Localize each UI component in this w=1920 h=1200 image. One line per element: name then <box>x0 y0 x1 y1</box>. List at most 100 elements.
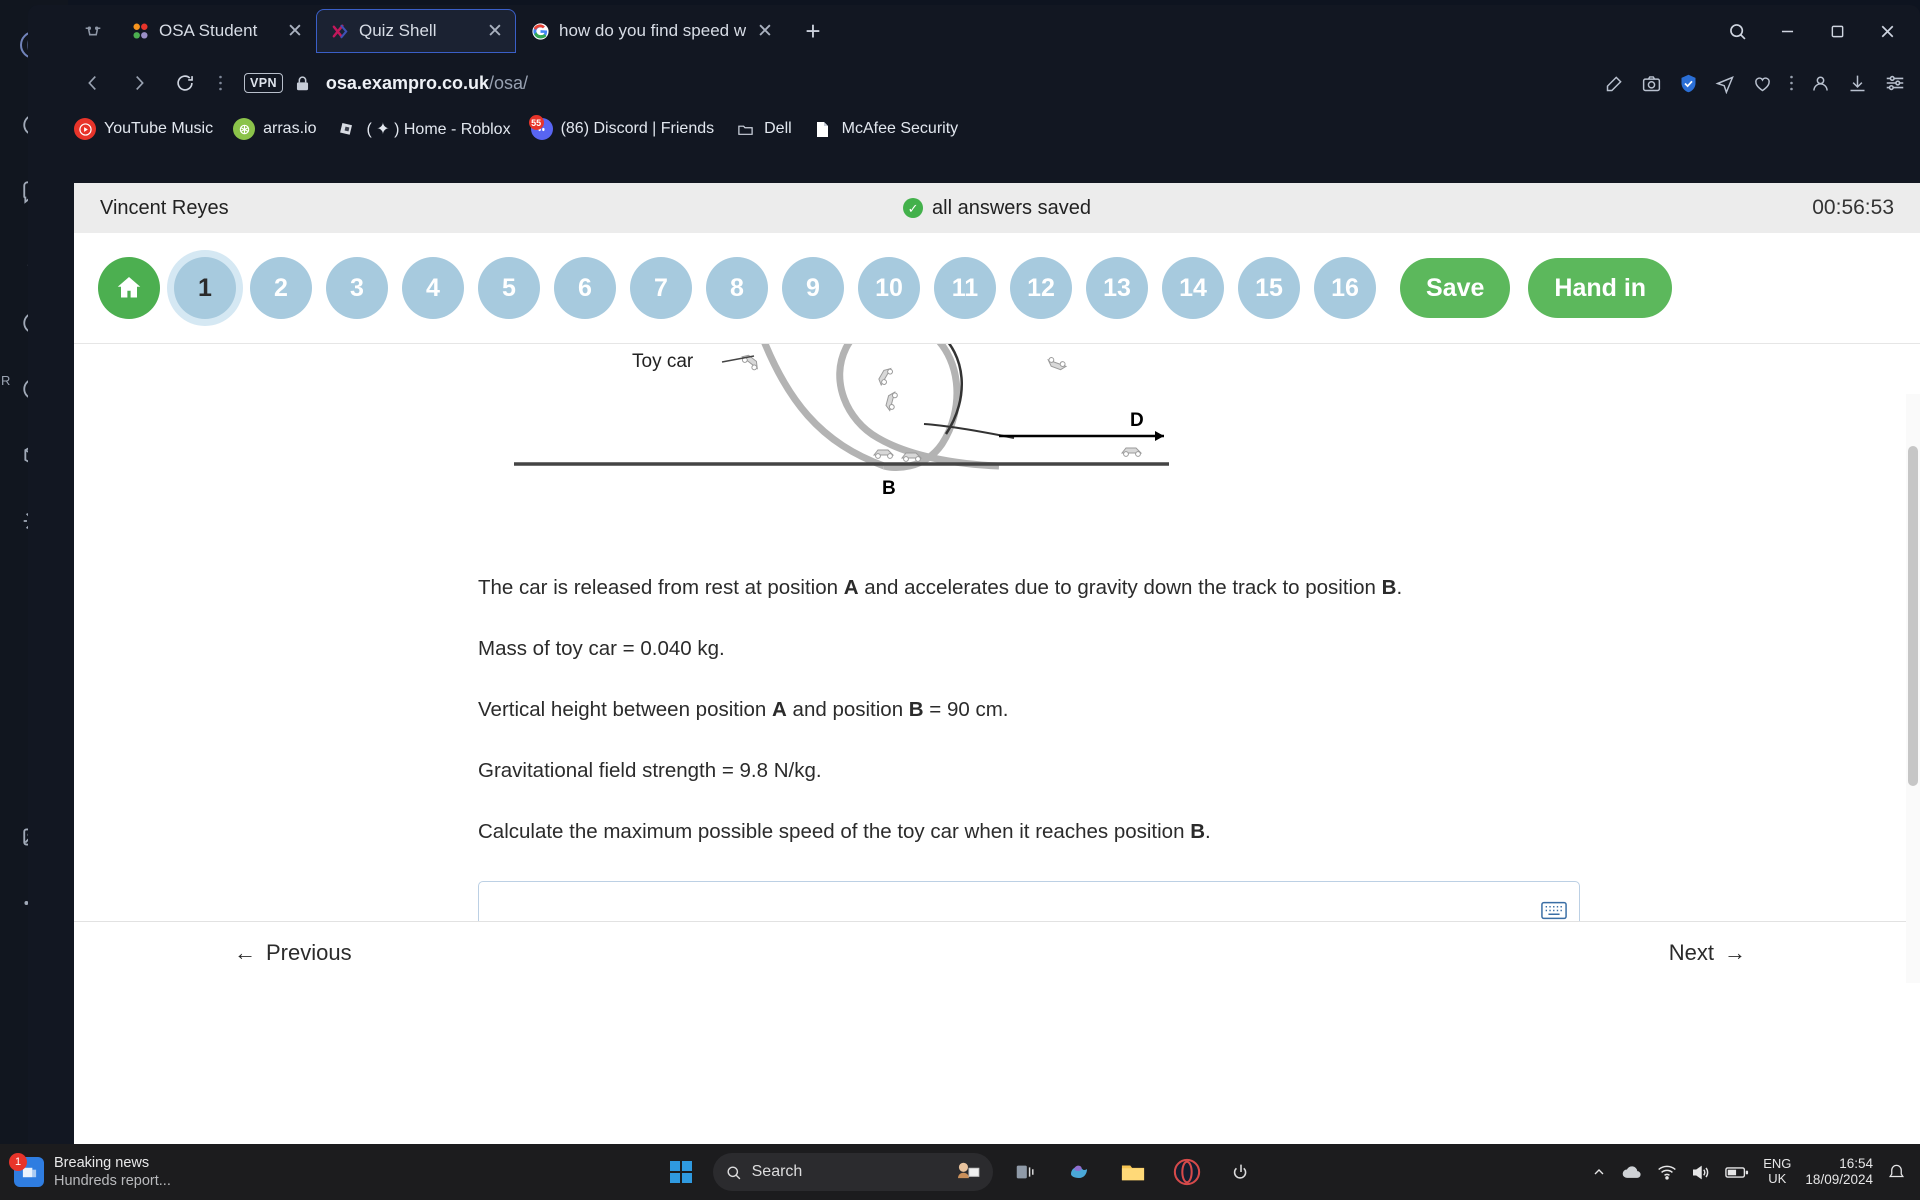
question-button-11[interactable]: 11 <box>934 257 996 319</box>
hand-in-button[interactable]: Hand in <box>1528 258 1673 318</box>
arrow-left-icon: ← <box>234 939 256 965</box>
youtube-music-icon <box>74 118 96 140</box>
bookmark-discord[interactable]: 55 (86) Discord | Friends <box>528 115 715 140</box>
folder-icon <box>734 118 756 140</box>
question-button-10[interactable]: 10 <box>858 257 920 319</box>
wifi-icon[interactable] <box>1657 1164 1677 1180</box>
reload-button[interactable] <box>166 64 204 102</box>
question-button-5[interactable]: 5 <box>478 257 540 319</box>
url-text[interactable]: osa.exampro.co.uk/osa/ <box>326 73 528 94</box>
clock[interactable]: 16:54 18/09/2024 <box>1805 1156 1873 1188</box>
save-button[interactable]: Save <box>1400 258 1511 318</box>
question-button-9[interactable]: 9 <box>782 257 844 319</box>
news-icon: 1 <box>9 1153 44 1187</box>
question-button-8[interactable]: 8 <box>706 257 768 319</box>
tab-strip: OSA Student ✕ Quiz Shell ✕ how do you fi… <box>28 5 1920 57</box>
question-button-12[interactable]: 12 <box>1010 257 1072 319</box>
question-button-15[interactable]: 15 <box>1238 257 1300 319</box>
chevron-up-icon[interactable] <box>1591 1164 1607 1180</box>
bookmark-arras-io[interactable]: arras.io <box>233 118 316 140</box>
bookmark-label: McAfee Security <box>841 120 959 137</box>
bookmark-label: YouTube Music <box>104 120 214 137</box>
question-button-6[interactable]: 6 <box>554 257 616 319</box>
tab-island-icon[interactable] <box>76 14 110 48</box>
close-icon[interactable]: ✕ <box>282 18 308 44</box>
svg-text:D: D <box>1130 410 1144 431</box>
back-button[interactable] <box>74 64 112 102</box>
question-button-4[interactable]: 4 <box>402 257 464 319</box>
clock-time: 16:54 <box>1839 1155 1873 1171</box>
lock-icon[interactable] <box>293 74 312 93</box>
windows-icon[interactable] <box>659 1150 703 1194</box>
close-icon[interactable]: ✕ <box>752 18 778 44</box>
save-status: ✓ all answers saved <box>903 197 1091 220</box>
scrollbar-thumb[interactable] <box>1908 446 1918 786</box>
next-button[interactable]: Next → <box>1669 940 1746 966</box>
windows-taskbar: 1 Breaking news Hundreds report... Searc… <box>0 1144 1920 1200</box>
question-button-7[interactable]: 7 <box>630 257 692 319</box>
region-code: UK <box>1768 1171 1787 1186</box>
vpn-badge[interactable]: VPN <box>244 73 283 93</box>
page-icon <box>812 118 834 140</box>
maximize-button[interactable] <box>1814 10 1860 52</box>
send-icon[interactable] <box>1715 73 1736 94</box>
language-indicator[interactable]: ENG UK <box>1763 1156 1792 1187</box>
tab-title: how do you find speed with <box>559 21 746 40</box>
keyboard-icon[interactable] <box>1541 901 1567 920</box>
question-button-3[interactable]: 3 <box>326 257 388 319</box>
question-navigation: 1 2 3 4 5 6 7 8 9 10 11 12 13 14 15 16 S… <box>74 233 1920 343</box>
green-check-icon: ✓ <box>903 198 924 218</box>
save-status-label: all answers saved <box>932 196 1091 219</box>
question-button-14[interactable]: 14 <box>1162 257 1224 319</box>
vertical-dots-icon[interactable] <box>212 64 228 102</box>
next-label: Next <box>1668 939 1714 965</box>
page-scrollbar[interactable] <box>1906 394 1920 983</box>
bookmark-youtube-music[interactable]: YouTube Music <box>74 118 213 140</box>
battery-icon[interactable] <box>1725 1165 1749 1180</box>
tab-quiz-shell[interactable]: Quiz Shell ✕ <box>316 9 516 53</box>
question-line-5: Calculate the maximum possible speed of … <box>478 820 1211 843</box>
tab-google-search[interactable]: how do you find speed with ✕ <box>516 9 786 53</box>
home-icon[interactable] <box>98 257 160 319</box>
file-explorer-icon[interactable] <box>1111 1150 1155 1194</box>
bookmark-dell[interactable]: Dell <box>734 118 792 140</box>
edit-icon[interactable] <box>1604 73 1625 94</box>
task-view-icon[interactable] <box>1003 1150 1047 1194</box>
logitech-icon[interactable] <box>1219 1150 1263 1194</box>
heart-icon[interactable] <box>1752 73 1773 94</box>
copilot-icon[interactable] <box>1057 1150 1101 1194</box>
address-bar: VPN osa.exampro.co.uk/osa/ <box>28 57 1920 109</box>
close-button[interactable] <box>1864 10 1910 52</box>
close-icon[interactable]: ✕ <box>482 18 508 44</box>
bookmark-roblox[interactable]: ( ✦ ) Home - Roblox <box>336 118 511 140</box>
search-icon[interactable] <box>1714 10 1760 52</box>
cloud-icon[interactable] <box>1621 1164 1643 1180</box>
notification-icon[interactable] <box>1887 1163 1906 1182</box>
question-button-16[interactable]: 16 <box>1314 257 1376 319</box>
easy-setup-icon[interactable] <box>1884 72 1906 94</box>
question-button-1[interactable]: 1 <box>174 257 236 319</box>
taskbar-search[interactable]: Search <box>712 1153 993 1191</box>
opera-icon[interactable] <box>1165 1150 1209 1194</box>
profile-icon[interactable] <box>1810 73 1831 94</box>
new-tab-button[interactable]: + <box>794 12 832 50</box>
url-domain: osa.exampro.co.uk <box>325 72 489 93</box>
previous-button[interactable]: ← Previous <box>234 940 352 966</box>
osa-logo-icon <box>130 21 150 41</box>
tab-osa-student[interactable]: OSA Student ✕ <box>116 9 316 53</box>
shield-check-icon[interactable] <box>1678 73 1699 94</box>
vertical-dots-icon[interactable] <box>1789 73 1794 93</box>
question-button-13[interactable]: 13 <box>1086 257 1148 319</box>
snapshot-icon[interactable] <box>1641 73 1662 94</box>
page-edge-artifact: R <box>1 373 11 388</box>
question-button-2[interactable]: 2 <box>250 257 312 319</box>
question-figure: D Toy car B <box>74 344 1920 554</box>
language-code: ENG <box>1763 1156 1792 1172</box>
minimize-button[interactable] <box>1764 10 1810 52</box>
bookmark-label: (86) Discord | Friends <box>560 120 715 137</box>
volume-icon[interactable] <box>1691 1164 1711 1181</box>
news-widget[interactable]: 1 Breaking news Hundreds report... <box>0 1153 330 1190</box>
download-icon[interactable] <box>1847 73 1868 94</box>
bookmark-mcafee-security[interactable]: McAfee Security <box>812 118 958 140</box>
forward-button[interactable] <box>120 64 158 102</box>
